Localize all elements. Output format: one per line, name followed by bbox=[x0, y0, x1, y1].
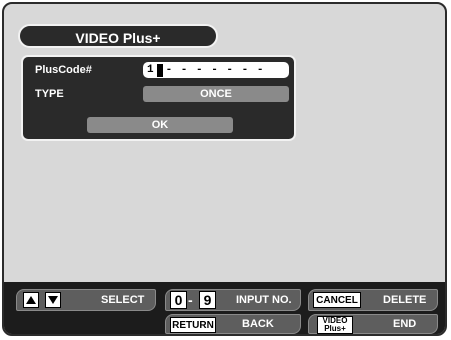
triangle-down-icon bbox=[48, 296, 58, 304]
pluscode-input[interactable]: 1 - - - - - - - bbox=[143, 62, 289, 78]
select-label: SELECT bbox=[101, 294, 145, 306]
osd-screen: VIDEO Plus+ PlusCode# 1 - - - - - - - TY… bbox=[2, 2, 447, 336]
delete-button[interactable]: CANCEL DELETE bbox=[308, 289, 438, 311]
digit-range-dash: - bbox=[188, 292, 193, 308]
type-select[interactable]: ONCE bbox=[143, 86, 289, 102]
back-button[interactable]: RETURN BACK bbox=[165, 314, 301, 334]
control-bar: SELECT 0 - 9 INPUT NO. CANCEL DELETE RET… bbox=[4, 282, 445, 334]
end-label: END bbox=[393, 318, 417, 330]
type-label: TYPE bbox=[35, 88, 64, 100]
pluscode-placeholder: - - - - - - - bbox=[165, 64, 265, 76]
input-label: INPUT NO. bbox=[236, 294, 292, 306]
cancel-key[interactable]: CANCEL bbox=[313, 292, 361, 308]
videoplus-key[interactable]: VIDEO Plus+ bbox=[317, 316, 353, 334]
digit-key-9[interactable]: 9 bbox=[199, 291, 216, 309]
down-arrow-key[interactable] bbox=[45, 292, 61, 308]
up-arrow-key[interactable] bbox=[23, 292, 39, 308]
end-button[interactable]: VIDEO Plus+ END bbox=[308, 314, 438, 334]
triangle-up-icon bbox=[26, 296, 36, 304]
page-title: VIDEO Plus+ bbox=[18, 24, 218, 48]
videoplus-key-line2: Plus+ bbox=[324, 324, 346, 333]
pluscode-label: PlusCode# bbox=[35, 64, 92, 76]
input-number-button[interactable]: 0 - 9 INPUT NO. bbox=[165, 289, 301, 311]
digit-key-0[interactable]: 0 bbox=[170, 291, 187, 309]
text-cursor bbox=[156, 63, 163, 77]
return-key[interactable]: RETURN bbox=[170, 317, 216, 333]
select-button[interactable]: SELECT bbox=[16, 289, 156, 311]
back-label: BACK bbox=[242, 318, 274, 330]
delete-label: DELETE bbox=[383, 294, 427, 306]
pluscode-value: 1 bbox=[147, 64, 154, 76]
videoplus-panel: PlusCode# 1 - - - - - - - TYPE ONCE OK bbox=[21, 55, 296, 141]
ok-button[interactable]: OK bbox=[87, 117, 233, 133]
